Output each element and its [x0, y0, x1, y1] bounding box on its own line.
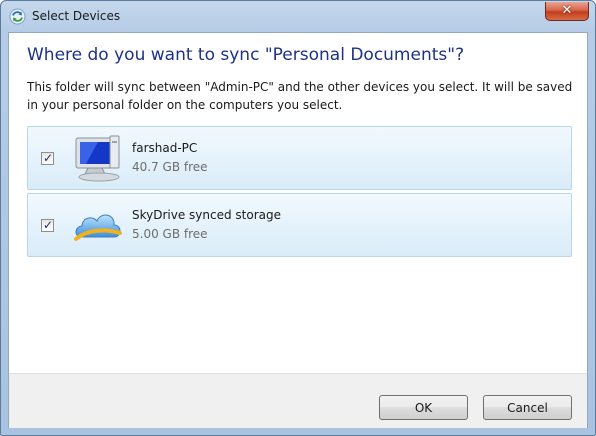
- checkmark-icon: ✓: [43, 218, 54, 232]
- device-free-space: 5.00 GB free: [132, 227, 208, 241]
- checkmark-icon: ✓: [43, 151, 54, 165]
- close-button[interactable]: ✕: [545, 2, 589, 21]
- device-free-space: 40.7 GB free: [132, 160, 208, 174]
- ok-button[interactable]: OK: [379, 395, 468, 420]
- device-item-farshad-pc[interactable]: ✓ farshad-PC 40.7 GB free: [27, 126, 572, 190]
- title-bar[interactable]: Select Devices ✕: [1, 1, 595, 33]
- dialog-body: Where do you want to sync "Personal Docu…: [8, 32, 588, 428]
- select-devices-window: Select Devices ✕ Where do you want to sy…: [0, 0, 596, 436]
- dialog-heading: Where do you want to sync "Personal Docu…: [27, 45, 465, 65]
- device-name: SkyDrive synced storage: [132, 208, 282, 222]
- device-checkbox[interactable]: ✓: [41, 151, 54, 165]
- device-checkbox[interactable]: ✓: [41, 218, 54, 232]
- window-title: Select Devices: [32, 9, 121, 23]
- close-icon: ✕: [561, 3, 573, 18]
- cloud-icon: [72, 199, 124, 251]
- device-item-skydrive[interactable]: ✓ SkyDrive synced storage 5.00 GB free: [27, 193, 572, 257]
- computer-icon: [72, 132, 124, 184]
- device-name: farshad-PC: [132, 141, 198, 155]
- device-list: ✓ farshad-PC 40.7 GB free ✓ SkyDrive syn…: [27, 126, 572, 260]
- dialog-footer: OK Cancel: [9, 373, 587, 428]
- cancel-button[interactable]: Cancel: [483, 395, 572, 420]
- dialog-description: This folder will sync between "Admin-PC"…: [27, 80, 573, 112]
- sync-app-icon: [9, 8, 26, 25]
